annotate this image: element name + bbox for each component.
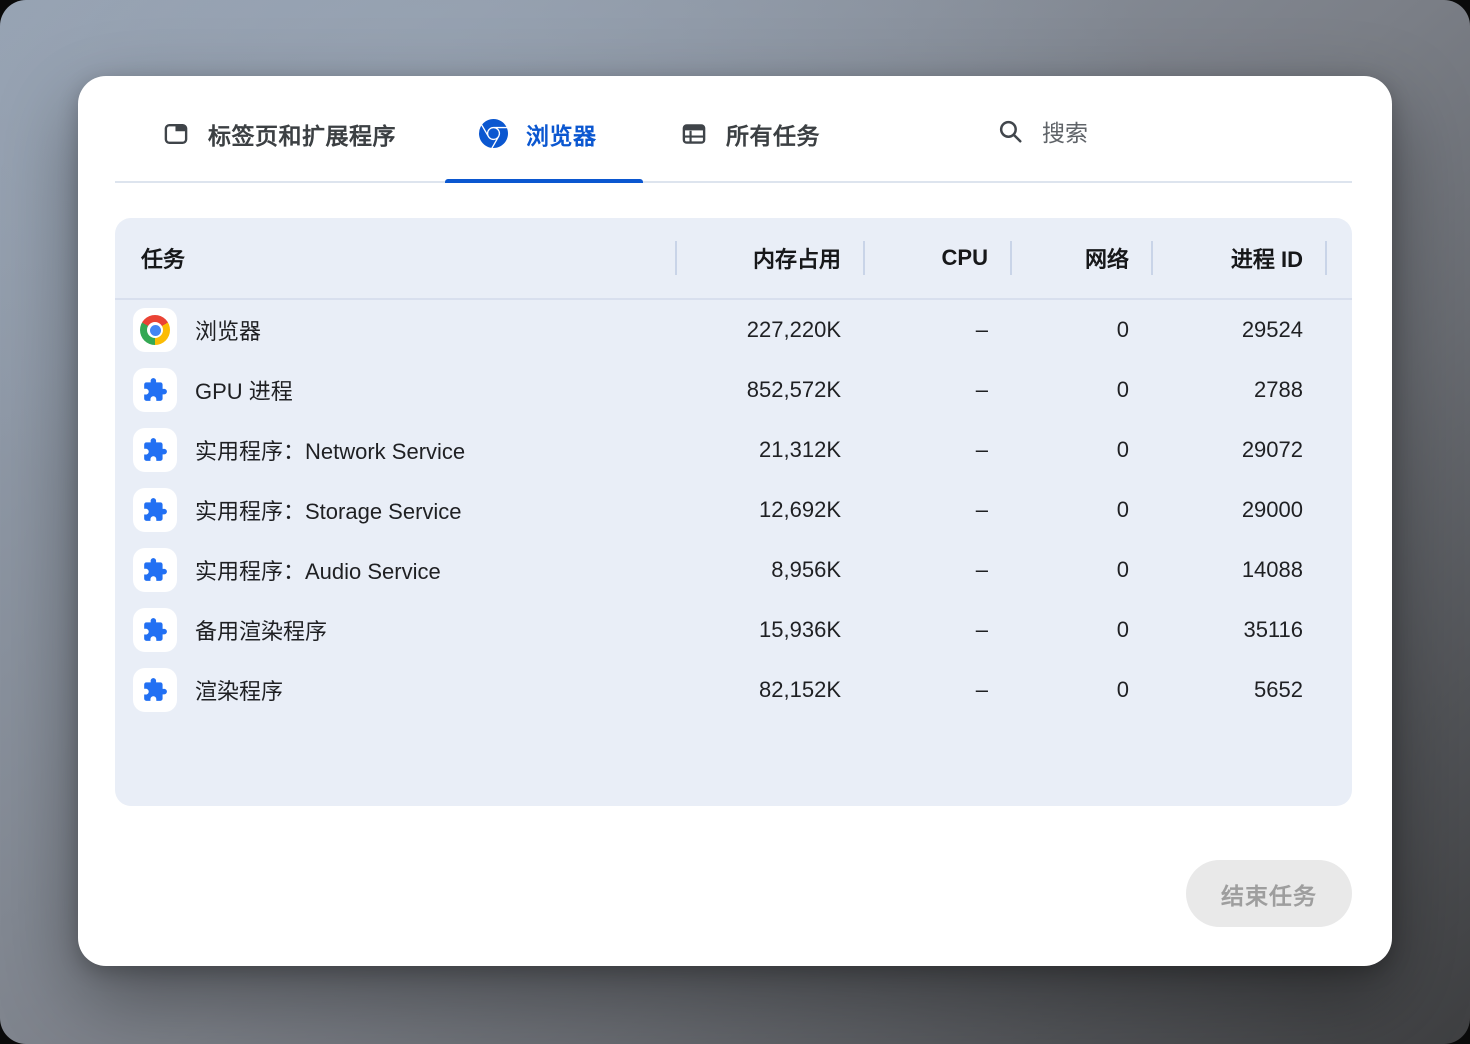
extension-puzzle-icon [142, 557, 168, 583]
column-header-cpu[interactable]: CPU [863, 218, 1010, 298]
pid-value: 29072 [1151, 437, 1325, 463]
network-value: 0 [1010, 317, 1151, 343]
task-name: GPU 进程 [195, 374, 293, 406]
search-box [997, 84, 1280, 183]
extension-puzzle-icon [142, 377, 168, 403]
table-header-row: 任务 内存占用 CPU 网络 进程 ID [115, 218, 1352, 300]
end-task-button[interactable]: 结束任务 [1186, 860, 1352, 927]
column-header-pid[interactable]: 进程 ID [1151, 218, 1325, 298]
cpu-value: – [863, 377, 1010, 403]
pid-value: 35116 [1151, 617, 1325, 643]
tab-label: 所有任务 [726, 117, 820, 151]
tab-label: 浏览器 [526, 117, 597, 151]
icon-tile [133, 428, 177, 472]
chrome-logo-icon [140, 315, 170, 345]
table-row[interactable]: 渲染程序 82,152K – 0 5652 [115, 660, 1352, 720]
column-header-task[interactable]: 任务 [115, 242, 675, 274]
table-row[interactable]: 浏览器 227,220K – 0 29524 [115, 300, 1352, 360]
pid-value: 14088 [1151, 557, 1325, 583]
cpu-value: – [863, 437, 1010, 463]
memory-value: 12,692K [675, 497, 863, 523]
task-name: 备用渲染程序 [195, 614, 327, 646]
pid-value: 5652 [1151, 677, 1325, 703]
network-value: 0 [1010, 437, 1151, 463]
task-name: 渲染程序 [195, 674, 283, 706]
network-value: 0 [1010, 497, 1151, 523]
memory-value: 8,956K [675, 557, 863, 583]
search-input[interactable] [1040, 119, 1280, 148]
tab-bar: 标签页和扩展程序 浏览器 [78, 76, 1392, 183]
task-name: 浏览器 [195, 314, 261, 346]
cpu-value: – [863, 677, 1010, 703]
table-row[interactable]: GPU 进程 852,572K – 0 2788 [115, 360, 1352, 420]
tab-divider [115, 181, 1352, 183]
network-value: 0 [1010, 377, 1151, 403]
tab-tabs-and-extensions[interactable]: 标签页和扩展程序 [162, 84, 396, 183]
cpu-value: – [863, 557, 1010, 583]
network-value: 0 [1010, 557, 1151, 583]
icon-tile [133, 488, 177, 532]
all-tasks-table-icon [680, 120, 708, 148]
network-value: 0 [1010, 677, 1151, 703]
extension-puzzle-icon [142, 497, 168, 523]
extension-puzzle-icon [142, 677, 168, 703]
process-table: 任务 内存占用 CPU 网络 进程 ID 浏览器 227,220K – 0 29… [115, 218, 1352, 806]
table-row[interactable]: 实用程序：Audio Service 8,956K – 0 14088 [115, 540, 1352, 600]
tab-browser[interactable]: 浏览器 [479, 84, 597, 183]
icon-tile [133, 668, 177, 712]
desktop-background: 标签页和扩展程序 浏览器 [0, 0, 1470, 1044]
pid-value: 2788 [1151, 377, 1325, 403]
task-name: 实用程序：Network Service [195, 434, 465, 466]
memory-value: 227,220K [675, 317, 863, 343]
extension-puzzle-icon [142, 617, 168, 643]
cpu-value: – [863, 617, 1010, 643]
cpu-value: – [863, 317, 1010, 343]
table-row[interactable]: 实用程序：Network Service 21,312K – 0 29072 [115, 420, 1352, 480]
memory-value: 21,312K [675, 437, 863, 463]
table-row[interactable]: 备用渲染程序 15,936K – 0 35116 [115, 600, 1352, 660]
cpu-value: – [863, 497, 1010, 523]
task-name: 实用程序：Storage Service [195, 494, 462, 526]
extension-puzzle-icon [142, 437, 168, 463]
task-name: 实用程序：Audio Service [195, 554, 441, 586]
search-icon [997, 118, 1024, 150]
icon-tile [133, 608, 177, 652]
icon-tile [133, 548, 177, 592]
icon-tile [133, 368, 177, 412]
task-manager-window: 标签页和扩展程序 浏览器 [78, 76, 1392, 966]
memory-value: 852,572K [675, 377, 863, 403]
pid-value: 29524 [1151, 317, 1325, 343]
table-row[interactable]: 实用程序：Storage Service 12,692K – 0 29000 [115, 480, 1352, 540]
pid-value: 29000 [1151, 497, 1325, 523]
tab-label: 标签页和扩展程序 [208, 117, 396, 151]
column-header-spacer [1325, 218, 1352, 298]
column-header-memory[interactable]: 内存占用 [675, 218, 863, 298]
chrome-mono-icon [479, 119, 508, 148]
column-header-network[interactable]: 网络 [1010, 218, 1151, 298]
active-tab-indicator [445, 179, 643, 183]
icon-tile [133, 308, 177, 352]
memory-value: 82,152K [675, 677, 863, 703]
tab-all-tasks[interactable]: 所有任务 [680, 84, 820, 183]
network-value: 0 [1010, 617, 1151, 643]
tab-outline-icon [162, 120, 190, 148]
memory-value: 15,936K [675, 617, 863, 643]
